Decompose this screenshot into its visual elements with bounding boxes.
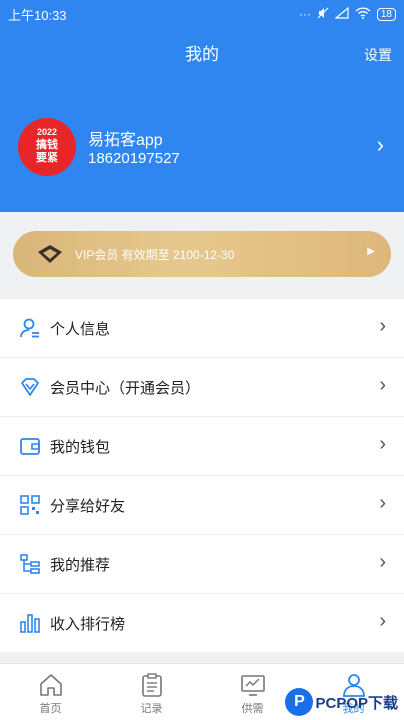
avatar[interactable]: 2022 搞钱 要紧 xyxy=(18,118,76,176)
tree-icon xyxy=(18,552,42,576)
menu-list: 个人信息 › 会员中心（开通会员） › 我的钱包 › 分享给好友 › 我的推荐 … xyxy=(0,299,404,653)
chevron-right-icon: › xyxy=(379,315,386,337)
status-bar: 上午10:33 ··· 18 xyxy=(0,0,404,28)
home-icon xyxy=(39,674,62,696)
signal-icon xyxy=(334,6,349,22)
diamond-icon xyxy=(18,375,42,399)
watermark-text: PCPOP下载 xyxy=(315,694,398,712)
wallet-icon xyxy=(18,434,42,458)
page-title: 我的 xyxy=(185,45,219,64)
mute-icon xyxy=(317,7,329,22)
chevron-right-icon[interactable]: › xyxy=(377,132,384,158)
avatar-year: 2022 xyxy=(36,127,58,137)
pcpop-watermark: P PCPOP下载 xyxy=(285,688,398,716)
bar-chart-icon xyxy=(18,611,42,635)
qrcode-icon xyxy=(18,493,42,517)
tab-label: 首页 xyxy=(39,703,62,715)
play-arrow-icon: ▶ xyxy=(367,246,375,257)
profile-name: 易拓客app xyxy=(88,132,163,149)
menu-item-ranking[interactable]: 收入排行榜 › xyxy=(0,594,404,653)
profile-header: 上午10:33 ··· 18 我的 设置 2022 搞钱 要紧 易拓客app 1… xyxy=(0,0,404,212)
menu-label: 收入排行榜 xyxy=(50,615,126,633)
tab-records[interactable]: 记录 xyxy=(101,664,202,720)
clipboard-icon xyxy=(141,673,162,697)
tab-label: 供需 xyxy=(241,703,264,715)
status-icons: ··· 18 xyxy=(298,6,396,22)
status-time: 上午10:33 xyxy=(8,7,67,23)
menu-label: 我的钱包 xyxy=(50,438,111,456)
monitor-icon xyxy=(240,675,265,696)
chevron-right-icon: › xyxy=(379,551,386,573)
avatar-line-1: 搞钱 xyxy=(36,139,58,151)
chevron-right-icon: › xyxy=(379,492,386,514)
dots-icon: ··· xyxy=(298,7,311,21)
battery-icon: 18 xyxy=(376,7,396,21)
avatar-line-2: 要紧 xyxy=(36,152,58,164)
menu-item-recommend[interactable]: 我的推荐 › xyxy=(0,535,404,594)
menu-item-share[interactable]: 分享给好友 › xyxy=(0,476,404,535)
chevron-right-icon: › xyxy=(379,433,386,455)
vip-diamond-icon xyxy=(35,239,65,269)
wifi-icon xyxy=(355,6,371,22)
menu-item-member-center[interactable]: 会员中心（开通会员） › xyxy=(0,358,404,417)
chevron-right-icon: › xyxy=(379,610,386,632)
settings-button[interactable]: 设置 xyxy=(364,40,392,70)
profile-card[interactable]: 2022 搞钱 要紧 易拓客app 18620197527 › xyxy=(18,118,390,176)
menu-label: 个人信息 xyxy=(50,320,111,338)
menu-item-wallet[interactable]: 我的钱包 › xyxy=(0,417,404,476)
user-icon xyxy=(18,316,42,340)
chevron-right-icon: › xyxy=(379,374,386,396)
vip-text: VIP会员 有效期至 2100-12-30 xyxy=(75,247,235,262)
tab-label: 记录 xyxy=(140,703,163,715)
profile-phone: 18620197527 xyxy=(88,150,180,167)
menu-label: 分享给好友 xyxy=(50,497,126,515)
menu-label: 我的推荐 xyxy=(50,556,111,574)
tab-home[interactable]: 首页 xyxy=(0,664,101,720)
pcpop-logo: P xyxy=(285,688,314,716)
vip-banner[interactable]: VIP会员 有效期至 2100-12-30 ▶ xyxy=(13,231,391,277)
menu-label: 会员中心（开通会员） xyxy=(50,379,201,397)
menu-item-personal-info[interactable]: 个人信息 › xyxy=(0,299,404,358)
